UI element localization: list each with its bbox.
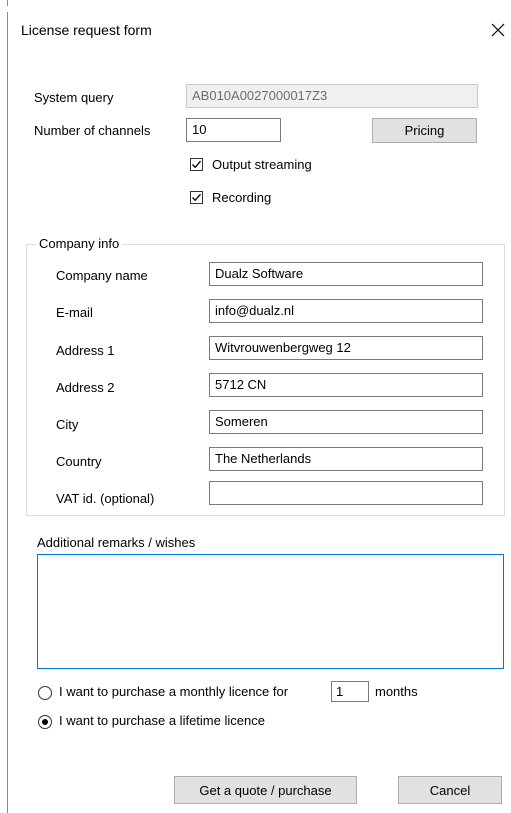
address1-input[interactable]: Witvrouwenbergweg 12 bbox=[209, 336, 483, 360]
company-name-label: Company name bbox=[56, 268, 148, 283]
cancel-button[interactable]: Cancel bbox=[398, 776, 502, 804]
company-info-title: Company info bbox=[36, 236, 123, 251]
city-input[interactable]: Someren bbox=[209, 410, 483, 434]
recording-checkbox[interactable] bbox=[190, 191, 203, 204]
window-title: License request form bbox=[21, 22, 152, 38]
lifetime-licence-label[interactable]: I want to purchase a lifetime licence bbox=[59, 713, 265, 728]
get-quote-button[interactable]: Get a quote / purchase bbox=[174, 776, 357, 804]
channels-input[interactable]: 10 bbox=[186, 118, 281, 142]
checkmark-icon bbox=[192, 193, 201, 202]
license-request-dialog: License request form System query AB010A… bbox=[0, 0, 511, 813]
company-name-input[interactable]: Dualz Software bbox=[209, 262, 483, 286]
close-button[interactable] bbox=[488, 18, 508, 42]
remarks-label: Additional remarks / wishes bbox=[37, 535, 196, 550]
months-input[interactable]: 1 bbox=[331, 681, 369, 702]
system-query-field: AB010A0027000017Z3 bbox=[186, 84, 478, 108]
monthly-licence-label[interactable]: I want to purchase a monthly licence for bbox=[59, 684, 288, 699]
country-input[interactable]: The Netherlands bbox=[209, 447, 483, 471]
pricing-button[interactable]: Pricing bbox=[372, 118, 477, 143]
vat-id-input[interactable] bbox=[209, 481, 483, 505]
lifetime-licence-radio[interactable] bbox=[38, 715, 52, 729]
address2-label: Address 2 bbox=[56, 380, 115, 395]
checkmark-icon bbox=[192, 160, 201, 169]
country-label: Country bbox=[56, 454, 102, 469]
email-input[interactable]: info@dualz.nl bbox=[209, 299, 483, 323]
channels-label: Number of channels bbox=[34, 123, 151, 138]
remarks-textarea[interactable] bbox=[37, 554, 504, 669]
recording-label[interactable]: Recording bbox=[212, 190, 271, 205]
address2-input[interactable]: 5712 CN bbox=[209, 373, 483, 397]
monthly-licence-radio[interactable] bbox=[38, 686, 52, 700]
city-label: City bbox=[56, 417, 79, 432]
window-frame-edge bbox=[7, 12, 8, 813]
radio-selected-dot bbox=[42, 719, 48, 725]
system-query-label: System query bbox=[34, 90, 114, 105]
output-streaming-label[interactable]: Output streaming bbox=[212, 157, 312, 172]
vat-id-label: VAT id. (optional) bbox=[56, 491, 155, 506]
months-suffix: months bbox=[375, 684, 418, 699]
output-streaming-checkbox[interactable] bbox=[190, 158, 203, 171]
window-frame-edge bbox=[7, 0, 8, 6]
email-label: E-mail bbox=[56, 305, 93, 320]
address1-label: Address 1 bbox=[56, 343, 115, 358]
close-icon bbox=[491, 23, 505, 37]
